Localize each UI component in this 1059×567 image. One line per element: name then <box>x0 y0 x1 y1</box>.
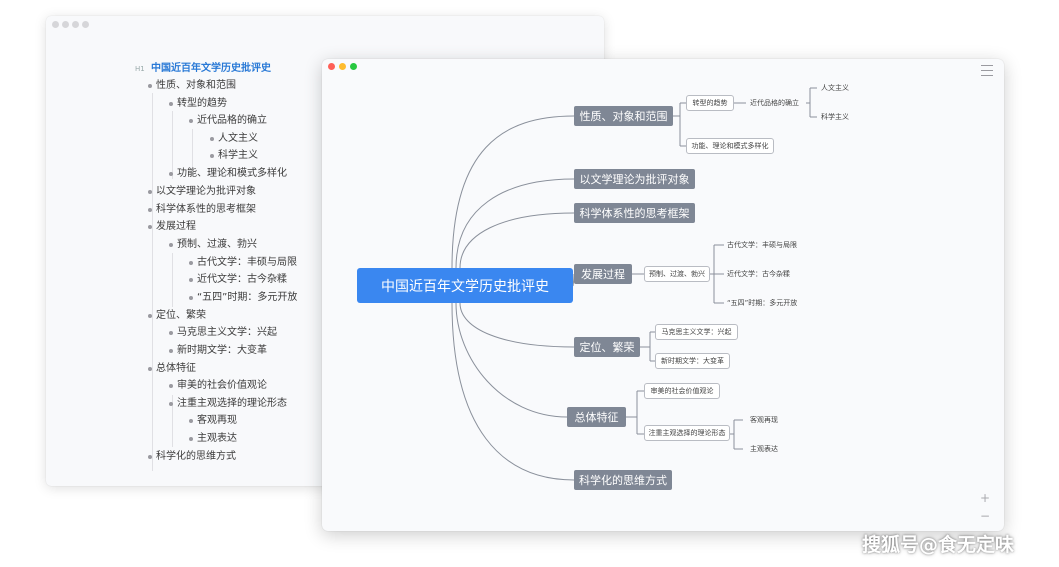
sub-node[interactable]: 转型的趋势 <box>686 95 734 111</box>
outline-item[interactable]: 科学主义 <box>210 150 258 162</box>
branch-node[interactable]: 性质、对象和范围 <box>574 106 673 126</box>
mindmap-window: 中国近百年文学历史批评史 性质、对象和范围 以文学理论为批评对象 科学体系性的思… <box>322 59 1004 531</box>
connector <box>673 102 686 147</box>
sub-node[interactable]: 古代文学：丰硕与局限 <box>727 241 797 250</box>
sub-node[interactable]: 新时期文学：大变革 <box>655 353 730 369</box>
connector <box>710 244 724 304</box>
outline-item[interactable]: 新时期文学：大变革 <box>169 345 267 357</box>
outline-item[interactable]: 近代品格的确立 <box>189 115 267 127</box>
outline-item[interactable]: 马克思主义文学：兴起 <box>169 327 277 339</box>
branch-node[interactable]: 以文学理论为批评对象 <box>574 169 695 189</box>
connector <box>806 87 817 118</box>
outline-guide <box>172 111 173 179</box>
sub-node[interactable]: 马克思主义文学：兴起 <box>655 324 738 340</box>
branch-node[interactable]: 总体特征 <box>567 407 626 427</box>
sub-node[interactable]: 科学主义 <box>821 113 849 122</box>
root-node[interactable]: 中国近百年文学历史批评史 <box>357 268 573 303</box>
outline-item[interactable]: 预制、过渡、勃兴 <box>169 239 257 251</box>
outline-item[interactable]: 古代文学：丰硕与局限 <box>189 257 297 269</box>
heading-icon: H1 <box>135 65 145 73</box>
outline-guide <box>152 93 153 471</box>
connector <box>451 302 575 481</box>
outline-item[interactable]: 主观表达 <box>189 433 237 445</box>
outline-item[interactable]: 人文主义 <box>210 133 258 145</box>
outline-item[interactable]: 发展过程 <box>148 221 196 233</box>
sub-node[interactable]: 注重主观选择的理论形态 <box>644 425 730 441</box>
outline-item[interactable]: 注重主观选择的理论形态 <box>169 398 287 410</box>
sub-node[interactable]: “五四”时期：多元开放 <box>727 299 797 308</box>
branch-node[interactable]: 定位、繁荣 <box>574 337 640 357</box>
sub-node[interactable]: 人文主义 <box>821 84 849 93</box>
branch-node[interactable]: 科学化的思维方式 <box>574 470 672 490</box>
sub-node[interactable]: 功能、理论和模式多样化 <box>686 138 774 154</box>
window-controls[interactable] <box>52 21 89 28</box>
connector <box>451 115 575 269</box>
outline-item[interactable]: 科学化的思维方式 <box>148 451 236 463</box>
outline-item[interactable]: 以文学理论为批评对象 <box>148 186 256 198</box>
outline-item[interactable]: “五四”时期：多元开放 <box>189 292 297 304</box>
sub-node[interactable]: 客观再现 <box>750 416 778 425</box>
branch-node[interactable]: 发展过程 <box>574 264 632 284</box>
outline-title[interactable]: H1 中国近百年文学历史批评史 <box>135 63 271 75</box>
connector <box>455 302 568 418</box>
zoom-out-button[interactable]: − <box>980 510 990 522</box>
outline-item[interactable]: 定位、繁荣 <box>148 310 206 322</box>
sub-node[interactable]: 预制、过渡、勃兴 <box>644 266 710 282</box>
connector <box>459 212 575 269</box>
outline-guide <box>172 253 173 307</box>
sub-node[interactable]: 近代文学：古今杂糅 <box>727 270 790 279</box>
outline-item[interactable]: 客观再现 <box>189 415 237 427</box>
branch-node[interactable]: 科学体系性的思考框架 <box>574 203 695 223</box>
connector <box>626 390 644 435</box>
connector <box>459 302 575 348</box>
outline-item[interactable]: 性质、对象和范围 <box>148 80 236 92</box>
outline-item[interactable]: 科学体系性的思考框架 <box>148 204 256 216</box>
sub-node[interactable]: 近代品格的确立 <box>750 99 799 108</box>
zoom-in-button[interactable]: + <box>980 492 990 504</box>
outline-item[interactable]: 总体特征 <box>148 363 196 375</box>
sub-node[interactable]: 审美的社会价值观论 <box>644 383 720 399</box>
outline-item[interactable]: 功能、理论和模式多样化 <box>169 168 287 180</box>
outline-item[interactable]: 近代文学：古今杂糅 <box>189 274 287 286</box>
outline-item[interactable]: 审美的社会价值观论 <box>169 380 267 392</box>
watermark: 搜狐号@食无定味 <box>862 534 1015 556</box>
outline-item[interactable]: 转型的趋势 <box>169 98 227 110</box>
connector <box>640 331 655 362</box>
connector <box>730 419 743 450</box>
connector <box>455 178 575 269</box>
sub-node[interactable]: 主观表达 <box>750 445 778 454</box>
